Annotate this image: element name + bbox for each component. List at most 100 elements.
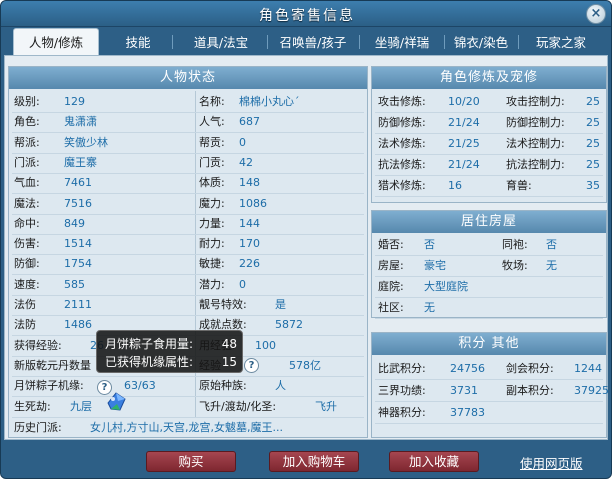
status-right-0-value: 棉棉小丸心´	[239, 95, 300, 108]
status-right-2-value: 0	[239, 135, 246, 149]
cultivation-left-3-row: 抗法修炼: 21/24	[378, 156, 502, 174]
status-left-5-label: 魔法:	[14, 196, 40, 210]
points-right-0-label: 剑会积分:	[506, 362, 554, 375]
points-right-1-value: 37925	[574, 384, 609, 397]
close-icon[interactable]: ×	[586, 4, 606, 24]
status-left-6-row: 命中: 849	[14, 215, 192, 233]
consignment-window: 角色寄售信息 × 人物/修炼 技能 道具/法宝 召唤兽/孩子 坐骑/祥瑞 锦衣/…	[0, 0, 612, 479]
status-left-9-row: 速度: 585	[14, 276, 192, 294]
tab-character-cultivation[interactable]: 人物/修炼	[13, 28, 99, 55]
status-left-15-value: 九层	[70, 399, 92, 413]
row-divider	[375, 255, 603, 256]
tab-separator	[444, 35, 445, 49]
tab-separator	[267, 35, 268, 49]
status-right-3-row: 门贡: 42	[199, 154, 365, 172]
points-left-0-row: 比武积分: 24756	[378, 360, 504, 378]
status-left-3-value: 魔王寨	[64, 155, 97, 169]
row-divider	[375, 276, 603, 277]
housing-left-2-value: 大型庭院	[424, 280, 468, 293]
row-divider	[375, 379, 603, 380]
status-right-4-value: 148	[239, 176, 260, 190]
status-left-1-value: 鬼潇潇	[64, 115, 97, 129]
row-divider	[375, 196, 603, 197]
history-factions-row: 历史门派: 女儿村,方寸山,天宫,龙宫,女魃墓,魔王...	[14, 419, 364, 437]
housing-right-1-row: 牧场: 无	[502, 257, 604, 275]
status-right-5-value: 1086	[239, 196, 267, 210]
points-left-2-row: 神器积分: 37783	[378, 404, 504, 422]
cultivation-right-1-row: 防御控制力: 25	[506, 114, 604, 132]
cultivation-right-4-label: 育兽:	[506, 179, 532, 192]
status-left-13-label: 新版乾元丹数量	[14, 358, 91, 372]
history-factions-value: 女儿村,方寸山,天宫,龙宫,女魃墓,魔王...	[90, 421, 283, 434]
status-left-8-value: 1754	[64, 257, 92, 271]
cultivation-panel: 角色修炼及宠修 攻击修炼: 10/20 攻击控制力: 25 防御修炼: 21/24 防御控制…	[371, 66, 607, 203]
status-right-1-label: 人气:	[199, 115, 225, 129]
help-icon[interactable]: ?	[244, 358, 259, 373]
tab-player-home[interactable]: 玩家之家	[521, 30, 601, 55]
status-left-0-row: 级别: 129	[14, 93, 192, 111]
housing-right-1-value: 无	[546, 259, 557, 272]
status-left-6-value: 849	[64, 216, 85, 230]
tooltip-row-consumed: 月饼粽子食用量: 48	[105, 335, 237, 353]
tab-summons-children[interactable]: 召唤兽/孩子	[269, 30, 357, 55]
status-left-10-label: 法伤	[14, 298, 36, 311]
cultivation-right-1-label: 防御控制力:	[506, 116, 565, 129]
add-to-favorites-button[interactable]: 加入收藏	[389, 451, 479, 472]
tab-skills[interactable]: 技能	[105, 30, 171, 55]
row-divider	[12, 416, 364, 418]
status-right-8-label: 敏捷:	[199, 257, 225, 271]
status-right-4-row: 体质: 148	[199, 174, 365, 192]
points-right-0-value: 1244	[574, 362, 602, 375]
character-status-title: 人物状态	[9, 67, 367, 89]
points-left-0-value: 24756	[450, 362, 485, 375]
status-right-10-row: 靓号特效: 是	[199, 296, 365, 314]
housing-right-1-label: 牧场:	[502, 259, 528, 272]
gem-icon	[107, 392, 126, 411]
row-divider	[375, 154, 603, 155]
tab-items-treasures[interactable]: 道具/法宝	[177, 30, 265, 55]
status-left-11-label: 法防	[14, 318, 36, 332]
status-left-7-label: 伤害:	[14, 237, 40, 251]
housing-panel: 居住房屋 婚否: 否同袍: 否房屋: 豪宅 牧场: 无庭院: 大型庭院 社区: 无	[371, 210, 607, 319]
points-right-2-row	[506, 404, 604, 422]
status-left-9-value: 585	[64, 277, 85, 291]
cultivation-left-4-row: 猎术修炼: 16	[378, 177, 502, 195]
status-left-0-value: 129	[64, 95, 85, 108]
housing-left-2-row: 庭院: 大型庭院	[378, 278, 518, 296]
status-left-8-label: 防御:	[14, 257, 40, 271]
cultivation-left-2-value: 21/25	[448, 137, 480, 150]
status-left-0-label: 级别:	[14, 95, 40, 108]
cultivation-left-0-row: 攻击修炼: 10/20	[378, 93, 502, 111]
points-right-0-row: 剑会积分: 1244	[506, 360, 604, 378]
housing-left-1-value: 豪宅	[424, 259, 446, 272]
use-web-version-link[interactable]: 使用网页版	[520, 453, 583, 472]
status-left-10-value: 2111	[64, 298, 92, 311]
status-left-5-value: 7516	[64, 196, 92, 210]
tab-outfits-dye[interactable]: 锦衣/染色	[446, 30, 516, 55]
tooltip-consumed-value: 48	[221, 337, 237, 351]
cultivation-right-4-value: 35	[586, 179, 600, 192]
status-left-12-label: 获得经验:	[14, 338, 62, 352]
status-left-4-label: 气血:	[14, 176, 40, 190]
add-to-cart-button[interactable]: 加入购物车	[269, 451, 359, 472]
action-bar: 购买 加入购物车 加入收藏 使用网页版	[1, 441, 611, 478]
buy-button[interactable]: 购买	[146, 451, 236, 472]
housing-left-1-row: 房屋: 豪宅	[378, 257, 518, 275]
status-right-1-row: 人气: 687	[199, 113, 365, 131]
cultivation-left-3-label: 抗法修炼:	[378, 158, 426, 171]
status-left-2-label: 帮派:	[14, 135, 40, 149]
status-right-2-label: 帮贡:	[199, 135, 225, 149]
cultivation-right-3-label: 抗法控制力:	[506, 158, 565, 171]
cultivation-left-1-value: 21/24	[448, 116, 480, 129]
character-status-panel: 人物状态 级别: 129 名称: 棉棉小丸心´ 角色: 鬼潇潇 人气: 687 帮派: 笑傲少林帮…	[8, 66, 368, 438]
tab-mounts-auspicious[interactable]: 坐骑/祥瑞	[361, 30, 443, 55]
points-title: 积分 其他	[372, 333, 606, 355]
status-left-5-row: 魔法: 7516	[14, 195, 192, 213]
housing-right-3-row	[502, 299, 604, 317]
tooltip-row-attributes: 已获得机缘属性: 15	[105, 353, 237, 371]
status-right-8-value: 226	[239, 257, 260, 271]
status-left-11-value: 1486	[64, 318, 92, 332]
points-left-2-value: 37783	[450, 406, 485, 419]
row-divider	[375, 175, 603, 176]
row-divider	[375, 112, 603, 113]
